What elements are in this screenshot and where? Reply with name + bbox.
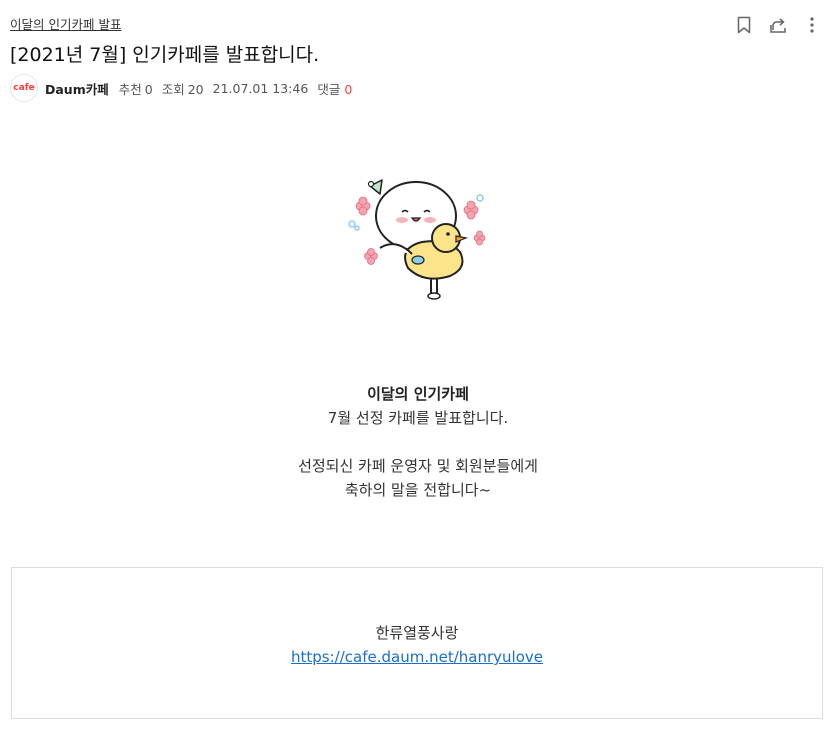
recommend-count: 0 xyxy=(144,81,153,97)
cafe-name: 한류열풍사랑 xyxy=(375,624,459,642)
recommend-stat: 추천 0 xyxy=(119,79,153,98)
body-line-1: 7월 선정 카페를 발표합니다. xyxy=(327,409,509,427)
post-datetime: 21.07.01 13:46 xyxy=(212,80,309,96)
cafe-logo[interactable]: cafe xyxy=(10,74,38,102)
views-count: 20 xyxy=(187,81,204,97)
views-stat: 조회 20 xyxy=(162,79,204,98)
cafe-link-card: 한류열풍사랑 https://cafe.daum.net/hanryulove xyxy=(11,567,823,719)
post-meta: cafe Daum카페 추천 0 조회 20 21.07.01 13:46 댓글 0 xyxy=(10,74,361,102)
body-heading: 이달의 인기카페 xyxy=(367,385,469,403)
comments-stat[interactable]: 댓글 0 xyxy=(317,79,352,98)
share-icon[interactable] xyxy=(768,14,788,36)
comments-label: 댓글 xyxy=(317,81,341,97)
comments-count: 0 xyxy=(344,81,353,97)
breadcrumb[interactable]: 이달의 인기카페 발표 xyxy=(10,14,121,33)
cafe-url-link[interactable]: https://cafe.daum.net/hanryulove xyxy=(12,645,822,669)
post-body: 이달의 인기카페 7월 선정 카페를 발표합니다. 선정되신 카페 운영자 및 … xyxy=(0,382,836,502)
post-toolbar xyxy=(734,14,822,36)
body-line-3: 축하의 말을 전합니다~ xyxy=(344,481,492,499)
page-title: [2021년 7월] 인기카페를 발표합니다. xyxy=(10,44,320,66)
bookmark-icon[interactable] xyxy=(734,14,754,36)
recommend-label: 추천 xyxy=(118,81,142,97)
more-icon[interactable] xyxy=(802,14,822,36)
body-line-2: 선정되신 카페 운영자 및 회원분들에게 xyxy=(298,457,538,475)
author-name[interactable]: Daum카페 xyxy=(45,79,109,98)
views-label: 조회 xyxy=(161,81,185,97)
celebration-sticker xyxy=(338,172,498,308)
